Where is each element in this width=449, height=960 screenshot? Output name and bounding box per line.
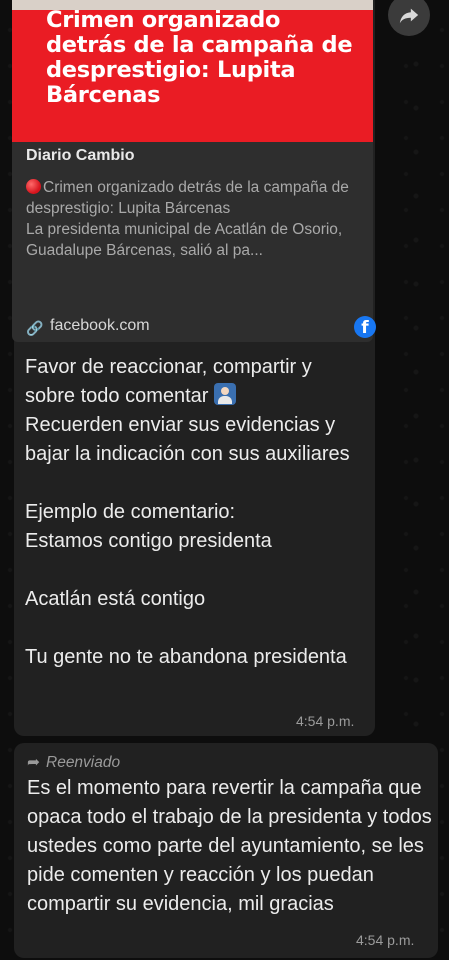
preview-link-row[interactable]: 🔗 facebook.com f bbox=[26, 316, 376, 339]
forwarded-label-row: ➦ Reenviado bbox=[27, 753, 120, 771]
red-circle-icon bbox=[26, 179, 41, 194]
message-timestamp: 4:54 p.m. bbox=[296, 713, 355, 729]
message-line-5: Acatlán está contigo bbox=[25, 588, 206, 610]
link-icon: 🔗 bbox=[26, 320, 44, 336]
message-line-3: Ejemplo de comentario: bbox=[25, 501, 236, 523]
forwarded-message-timestamp: 4:54 p.m. bbox=[356, 932, 415, 948]
preview-domain[interactable]: facebook.com bbox=[50, 317, 150, 335]
preview-source: Diario Cambio bbox=[26, 147, 135, 164]
message-line-4: Estamos contigo presidenta bbox=[25, 530, 272, 552]
facebook-icon: f bbox=[354, 316, 376, 338]
message-line-1: Favor de reaccionar, compartir y sobre t… bbox=[25, 356, 312, 407]
message-line-6: Tu gente no te abandona presidenta bbox=[25, 646, 347, 668]
link-preview-image[interactable]: Crimen organizado detrás de la campaña d… bbox=[12, 0, 373, 142]
forwarded-message-text: Es el momento para revertir la campaña q… bbox=[27, 777, 432, 915]
link-preview-card[interactable]: Diario Cambio Crimen organizado detrás d… bbox=[12, 142, 376, 342]
forwarded-arrow-icon: ➦ bbox=[27, 754, 40, 771]
message-line-2: Recuerden enviar sus evidencias y bajar … bbox=[25, 414, 350, 465]
preview-headline: Crimen organizado detrás de la campaña d… bbox=[46, 7, 353, 108]
person-raising-hand-icon bbox=[214, 383, 236, 405]
share-forward-icon bbox=[399, 8, 419, 24]
forwarded-label: Reenviado bbox=[46, 754, 121, 771]
preview-description: Crimen organizado detrás de la campaña d… bbox=[26, 177, 361, 261]
message-bubble-forwarded[interactable]: ➦ Reenviado Es el momento para revertir l… bbox=[14, 743, 438, 958]
preview-desc-body: La presidenta municipal de Acatlán de Os… bbox=[26, 221, 343, 259]
preview-desc-title: Crimen organizado detrás de la campaña d… bbox=[26, 179, 349, 217]
message-text: Favor de reaccionar, compartir y sobre t… bbox=[25, 353, 365, 672]
